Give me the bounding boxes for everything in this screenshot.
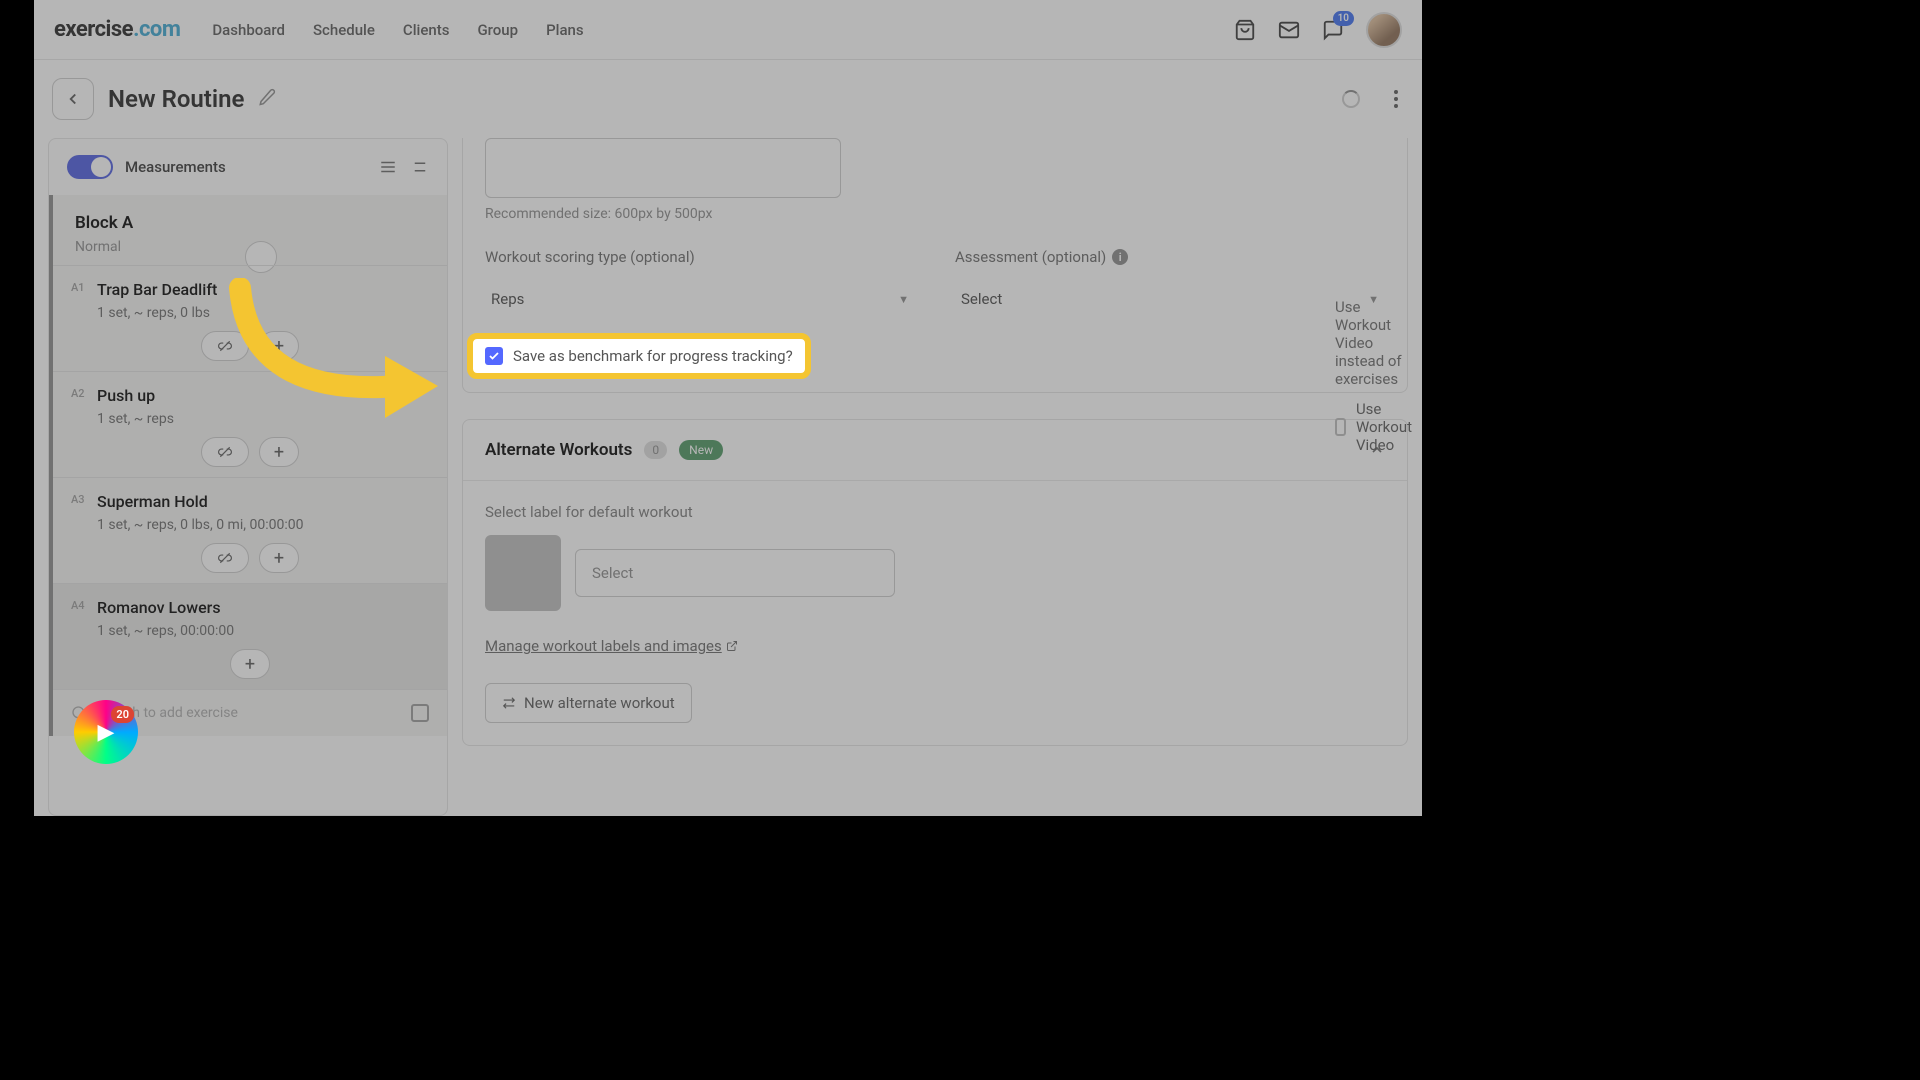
nav-plans[interactable]: Plans	[546, 21, 584, 39]
more-menu-button[interactable]	[1388, 84, 1404, 114]
measurements-toggle[interactable]	[67, 155, 113, 179]
alternate-count-badge: 0	[644, 441, 667, 459]
nav-icons: 10	[1234, 12, 1402, 48]
assessment-select[interactable]: Select ▼	[955, 280, 1385, 319]
checkbox-icon	[1335, 418, 1346, 436]
select-label-hint: Select label for default workout	[485, 503, 1385, 521]
assessment-label: Assessment (optional) i	[955, 248, 1385, 266]
exercise-index: A1	[71, 281, 85, 294]
nav-links: Dashboard Schedule Clients Group Plans	[212, 21, 583, 39]
assessment-value: Select	[961, 290, 1002, 308]
exercise-item[interactable]: A3 Superman Hold 1 set, ~ reps, 0 lbs, 0…	[53, 477, 447, 583]
manage-labels-link[interactable]: Manage workout labels and images	[485, 637, 738, 655]
use-video-checkbox[interactable]: Use Workout Video	[1335, 400, 1419, 454]
exercise-detail: 1 set, ~ reps, 0 lbs, 0 mi, 00:00:00	[97, 517, 429, 533]
use-video-label: Use Workout Video	[1356, 400, 1419, 454]
block-title: Block A	[75, 213, 425, 233]
add-button[interactable]: +	[230, 649, 270, 679]
unlink-button[interactable]	[201, 543, 249, 573]
exercise-name: Trap Bar Deadlift	[97, 280, 429, 299]
unlink-button[interactable]	[201, 331, 249, 361]
checkbox-checked-icon	[485, 347, 503, 365]
logo-text-1: exercise	[54, 17, 133, 42]
list-view-icon[interactable]	[379, 158, 397, 176]
top-nav: exercise.com Dashboard Schedule Clients …	[34, 0, 1422, 60]
shopping-bag-icon[interactable]	[1234, 19, 1256, 41]
exercise-name: Push up	[97, 386, 429, 405]
mail-icon[interactable]	[1278, 19, 1300, 41]
scoring-value: Reps	[491, 290, 524, 308]
block-header[interactable]: Block A Normal	[53, 195, 447, 265]
external-link-icon	[726, 640, 738, 652]
floating-help-button[interactable]: 20 ▶	[74, 700, 138, 764]
alternate-header[interactable]: Alternate Workouts 0 New	[463, 420, 1407, 481]
search-action-icon[interactable]	[411, 704, 429, 722]
video-hint-label: Use Workout Video instead of exercises	[1335, 298, 1419, 388]
new-alternate-button[interactable]: New alternate workout	[485, 683, 692, 723]
scoring-label: Workout scoring type (optional)	[485, 248, 915, 266]
exercise-index: A4	[71, 599, 85, 612]
new-badge: New	[679, 440, 723, 460]
pencil-icon[interactable]	[258, 88, 276, 110]
measurements-label: Measurements	[125, 158, 367, 176]
info-icon[interactable]: i	[1112, 249, 1128, 265]
recommended-size-text: Recommended size: 600px by 500px	[485, 206, 1385, 222]
add-button[interactable]: +	[259, 331, 299, 361]
benchmark-label: Save as benchmark for progress tracking?	[513, 347, 793, 365]
exercise-item[interactable]: A4 Romanov Lowers 1 set, ~ reps, 00:00:0…	[53, 583, 447, 689]
benchmark-checkbox[interactable]: Save as benchmark for progress tracking?	[485, 347, 793, 365]
float-badge-count: 20	[111, 706, 134, 723]
chat-icon[interactable]: 10	[1322, 19, 1344, 41]
image-upload-box[interactable]	[485, 138, 841, 198]
nav-group[interactable]: Group	[477, 21, 518, 39]
add-button[interactable]: +	[259, 437, 299, 467]
page-header: New Routine	[34, 60, 1422, 138]
logo[interactable]: exercise.com	[54, 17, 180, 42]
avatar[interactable]	[1366, 12, 1402, 48]
nav-clients[interactable]: Clients	[403, 21, 450, 39]
main-panel: Recommended size: 600px by 500px Use Wor…	[462, 138, 1408, 816]
notification-badge: 10	[1333, 11, 1354, 26]
exercise-detail: 1 set, ~ reps, 0 lbs	[97, 305, 429, 321]
unlink-button[interactable]	[201, 437, 249, 467]
exercise-index: A2	[71, 387, 85, 400]
nav-schedule[interactable]: Schedule	[313, 21, 375, 39]
exercise-detail: 1 set, ~ reps, 00:00:00	[97, 623, 429, 639]
exercise-detail: 1 set, ~ reps	[97, 411, 429, 427]
label-image-slot[interactable]	[485, 535, 561, 611]
nav-dashboard[interactable]: Dashboard	[212, 21, 285, 39]
add-button[interactable]: +	[259, 543, 299, 573]
block-card: Block A Normal A1 Trap Bar Deadlift 1 se…	[49, 195, 447, 736]
chevron-right-icon: ▶	[98, 720, 115, 745]
loading-spinner-icon	[1342, 90, 1360, 108]
alternate-title: Alternate Workouts	[485, 440, 632, 460]
compact-view-icon[interactable]	[411, 158, 429, 176]
label-select[interactable]: Select	[575, 549, 895, 597]
exercise-item[interactable]: A1 Trap Bar Deadlift 1 set, ~ reps, 0 lb…	[53, 265, 447, 371]
chevron-down-icon: ▼	[898, 293, 909, 306]
exercise-item[interactable]: A2 Push up 1 set, ~ reps +	[53, 371, 447, 477]
measurements-row: Measurements	[49, 139, 447, 195]
exercise-index: A3	[71, 493, 85, 506]
page-title: New Routine	[108, 85, 244, 113]
scoring-select[interactable]: Reps ▼	[485, 280, 915, 319]
exercise-name: Romanov Lowers	[97, 598, 429, 617]
exercise-name: Superman Hold	[97, 492, 429, 511]
back-button[interactable]	[52, 78, 94, 120]
logo-text-2: .com	[133, 17, 180, 42]
swap-icon	[502, 696, 516, 710]
alternate-workouts-panel: Alternate Workouts 0 New Select label fo…	[462, 419, 1408, 746]
